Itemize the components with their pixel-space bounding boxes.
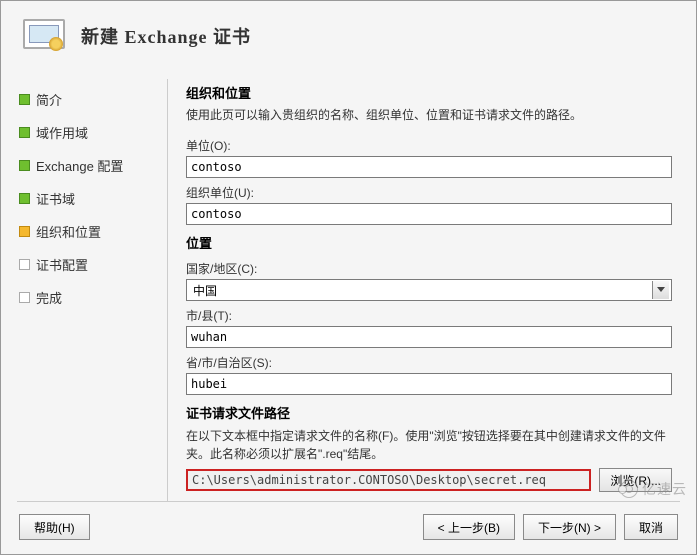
wizard-header: 新建 Exchange 证书 xyxy=(1,1,696,67)
wizard-body: 简介 域作用域 Exchange 配置 证书域 组织和位置 证书配置 完成 组织… xyxy=(1,67,696,501)
wizard-window: 新建 Exchange 证书 简介 域作用域 Exchange 配置 证书域 组… xyxy=(0,0,697,555)
chevron-down-icon xyxy=(652,281,669,299)
wizard-title: 新建 Exchange 证书 xyxy=(81,23,251,49)
nav-cert-config: 证书配置 xyxy=(17,248,159,281)
path-note: 在以下文本框中指定请求文件的名称(F)。使用"浏览"按钮选择要在其中创建请求文件… xyxy=(186,427,672,463)
nav-org-location[interactable]: 组织和位置 xyxy=(17,215,159,248)
wizard-footer: 帮助(H) < 上一步(B) 下一步(N) > 取消 xyxy=(1,502,696,554)
certificate-icon xyxy=(19,15,67,57)
nav-exchange-config[interactable]: Exchange 配置 xyxy=(17,149,159,182)
section-title: 组织和位置 xyxy=(186,83,672,102)
back-button[interactable]: < 上一步(B) xyxy=(423,514,515,540)
location-heading: 位置 xyxy=(186,233,672,252)
ou-label: 组织单位(U): xyxy=(186,184,672,201)
nav-intro[interactable]: 简介 xyxy=(17,83,159,116)
path-row: 浏览(R)... xyxy=(186,468,672,492)
nav-label: Exchange 配置 xyxy=(36,156,123,175)
next-button[interactable]: 下一步(N) > xyxy=(523,514,616,540)
org-input[interactable] xyxy=(186,156,672,178)
wizard-nav: 简介 域作用域 Exchange 配置 证书域 组织和位置 证书配置 完成 xyxy=(17,79,159,501)
nav-label: 域作用域 xyxy=(36,123,88,142)
state-label: 省/市/自治区(S): xyxy=(186,354,672,371)
path-input[interactable] xyxy=(186,469,591,491)
nav-label: 证书配置 xyxy=(36,255,88,274)
nav-label: 组织和位置 xyxy=(36,222,101,241)
nav-cert-domain[interactable]: 证书域 xyxy=(17,182,159,215)
nav-label: 简介 xyxy=(36,90,62,109)
browse-button[interactable]: 浏览(R)... xyxy=(599,468,672,492)
nav-label: 完成 xyxy=(36,288,62,307)
country-label: 国家/地区(C): xyxy=(186,260,672,277)
country-select[interactable]: 中国 xyxy=(186,279,672,301)
cancel-button[interactable]: 取消 xyxy=(624,514,678,540)
org-label: 单位(O): xyxy=(186,137,672,154)
city-label: 市/县(T): xyxy=(186,307,672,324)
state-input[interactable] xyxy=(186,373,672,395)
nav-domain-scope[interactable]: 域作用域 xyxy=(17,116,159,149)
section-desc: 使用此页可以输入贵组织的名称、组织单位、位置和证书请求文件的路径。 xyxy=(186,106,672,123)
help-button[interactable]: 帮助(H) xyxy=(19,514,90,540)
ou-input[interactable] xyxy=(186,203,672,225)
country-value: 中国 xyxy=(189,282,217,299)
nav-label: 证书域 xyxy=(36,189,75,208)
nav-complete: 完成 xyxy=(17,281,159,314)
path-heading: 证书请求文件路径 xyxy=(186,403,672,422)
wizard-main: 组织和位置 使用此页可以输入贵组织的名称、组织单位、位置和证书请求文件的路径。 … xyxy=(167,79,680,501)
city-input[interactable] xyxy=(186,326,672,348)
